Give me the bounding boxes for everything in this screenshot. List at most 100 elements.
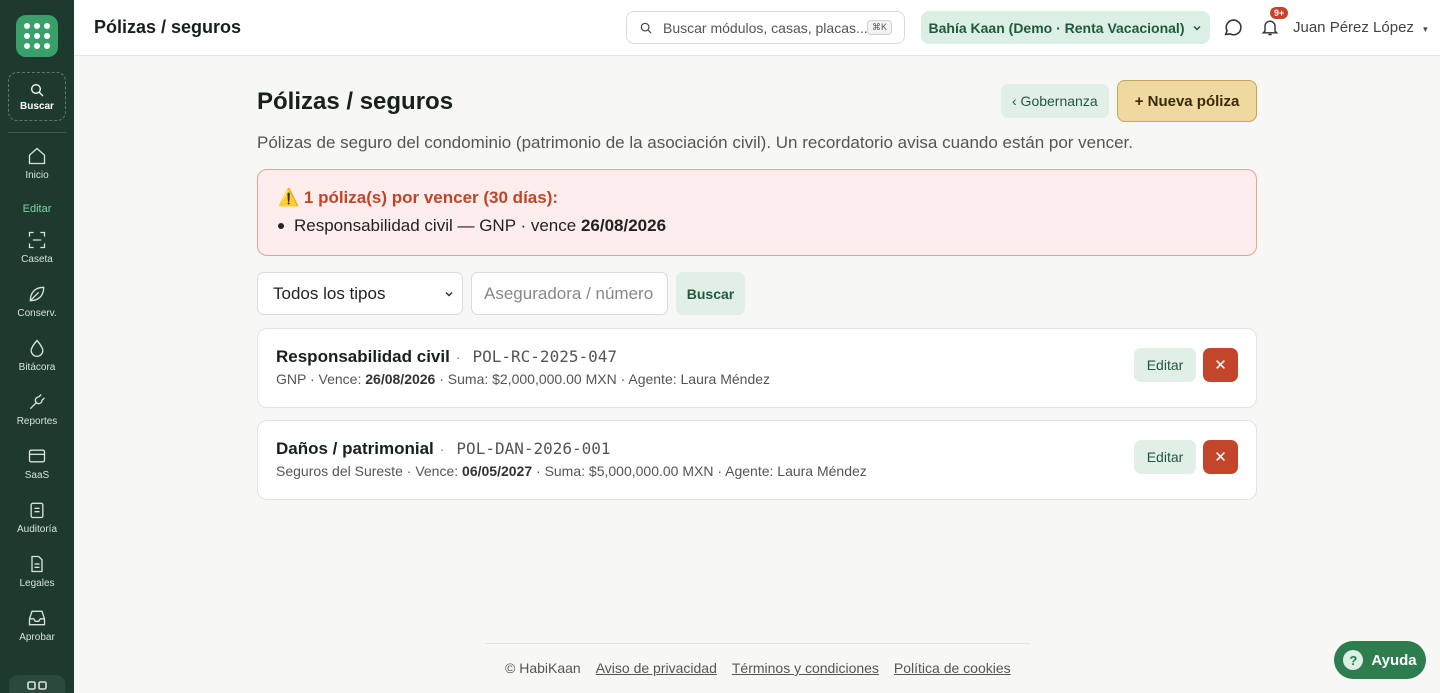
sidebar-item-saas[interactable]: SaaS [0,446,74,487]
sidebar-item-reportes[interactable]: Reportes [0,392,74,433]
search-button[interactable]: Buscar [676,272,745,315]
edit-button[interactable]: Editar [1134,348,1196,382]
sidebar-search-label: Buscar [20,100,54,112]
policy-details: GNP · Vence: 26/08/2026 · Suma: $2,000,0… [276,371,771,387]
sidebar-search-button[interactable]: Buscar [8,72,66,121]
footer-copyright: © HabiKaan [505,660,581,676]
sidebar-item-legales[interactable]: Legales [0,554,74,595]
search-icon [31,83,44,96]
search-placeholder: Buscar módulos, casas, placas... [663,19,867,36]
sidebar-item-label: Auditoría [16,524,58,535]
footer: © HabiKaan Aviso de privacidad Términos … [505,660,1011,676]
grid-icon [27,681,47,690]
sidebar-item-conserv[interactable]: Conserv. [0,284,74,325]
card-icon [28,449,46,463]
drop-icon [30,339,44,357]
question-icon: ? [1343,650,1364,670]
policy-expires-label: Vence: [318,371,362,387]
chevron-down-icon [445,291,453,297]
sidebar-item-bitacora[interactable]: Bitácora [0,338,74,379]
alert-item-text: Responsabilidad civil — GNP · vence [294,216,581,235]
alert-item-date: 26/08/2026 [580,216,667,235]
sidebar-item-label: Reportes [16,416,58,427]
policy-expires: 06/05/2027 [462,463,533,479]
policy-number: POL-RC-2025-047 [472,347,618,366]
policy-agent: Agente: Laura Méndez [725,463,867,479]
home-icon [28,147,46,165]
topbar-title: Pólizas / seguros [94,17,242,37]
policy-amount: Suma: $5,000,000.00 MXN [544,463,714,479]
sidebar-item-label: Caseta [21,254,53,265]
privacy-link[interactable]: Aviso de privacidad [596,660,717,676]
sidebar-item-label: Bitácora [18,362,56,373]
type-select-value: Todos los tipos [273,283,386,303]
policy-details: Seguros del Sureste · Vence: 06/05/2027 … [276,463,867,479]
delete-button[interactable]: ✕ [1203,348,1238,382]
search-icon [640,22,652,34]
scan-icon [28,231,46,249]
sidebar-item-label: Inicio [25,170,49,181]
help-button[interactable]: ? Ayuda [1334,641,1426,679]
policy-number: POL-DAN-2026-001 [456,439,611,458]
sidebar-item-aprobar[interactable]: Aprobar [0,608,74,649]
separator-dot: · [455,349,461,365]
close-icon: ✕ [1214,357,1227,374]
sidebar-item-label: Conserv. [17,308,57,319]
notifications-badge: 9+ [1270,7,1289,19]
sidebar-more-button[interactable] [9,675,65,693]
user-menu[interactable]: Juan Pérez López ▾ [1293,19,1428,36]
org-selector[interactable]: Bahía Kaan (Demo · Renta Vacacional) [921,11,1210,44]
bell-icon[interactable] [1260,16,1280,38]
sidebar-item-caseta[interactable]: Caseta [0,230,74,271]
policy-card: Responsabilidad civil · POL-RC-2025-047 … [257,328,1257,408]
chat-icon[interactable] [1222,17,1244,39]
page-subtitle: Pólizas de seguro del condominio (patrim… [257,133,1133,152]
clipboard-icon [30,502,44,519]
bullet [278,223,284,229]
back-to-gobernanza-button[interactable]: ‹ Gobernanza [1001,84,1109,118]
policy-expires: 26/08/2026 [365,371,436,387]
delete-button[interactable]: ✕ [1203,440,1238,474]
sidebar-item-inicio[interactable]: Inicio [0,146,74,187]
inbox-icon [28,610,46,626]
help-label: Ayuda [1371,651,1417,669]
sidebar-item-auditoria[interactable]: Auditoría [0,500,74,541]
page-title: Pólizas / seguros [257,88,454,115]
sidebar: Buscar Inicio Editar Caseta Conserv. Bit… [0,0,74,693]
sidebar-item-label: Aprobar [19,632,55,643]
policy-insurer: Seguros del Sureste [276,463,403,479]
leaf-icon [29,286,45,302]
close-icon: ✕ [1214,449,1227,466]
top-bar: Pólizas / seguros Buscar módulos, casas,… [74,0,1440,56]
sidebar-item-label: Legales [19,578,55,589]
caret-down-icon: ▾ [1423,24,1428,34]
alert-title: ⚠️ 1 póliza(s) por vencer (30 días): [278,188,559,207]
document-icon [31,555,43,573]
alert-item: Responsabilidad civil — GNP · vence 26/0… [278,216,1236,236]
cookies-link[interactable]: Política de cookies [894,660,1011,676]
policy-card: Daños / patrimonial · POL-DAN-2026-001 S… [257,420,1257,500]
policy-expires-label: Vence: [415,463,459,479]
apps-grid-icon[interactable] [16,15,58,57]
new-policy-button[interactable]: + Nueva póliza [1117,80,1257,122]
search-shortcut: ⌘K [866,20,892,35]
global-search-input[interactable]: Buscar módulos, casas, placas... ⌘K [626,11,905,44]
insurer-search-input[interactable]: Aseguradora / número [471,272,668,315]
wrench-icon [29,394,45,410]
policy-insurer: GNP [276,371,307,387]
org-selector-label: Bahía Kaan (Demo · Renta Vacacional) [928,19,1185,36]
policy-agent: Agente: Laura Méndez [628,371,771,387]
sidebar-section-editar[interactable]: Editar [23,203,52,217]
filter-row: Todos los tipos Aseguradora / número Bus… [257,272,745,315]
sidebar-divider [8,132,66,133]
footer-divider [485,643,1030,644]
expiring-policies-alert: ⚠️ 1 póliza(s) por vencer (30 días): Res… [257,169,1257,256]
policy-type: Responsabilidad civil [276,347,450,366]
edit-button[interactable]: Editar [1134,440,1196,474]
chevron-down-icon [1193,25,1202,31]
terms-link[interactable]: Términos y condiciones [732,660,879,676]
separator-dot: · [439,441,445,457]
type-select[interactable]: Todos los tipos [257,272,463,315]
policy-type: Daños / patrimonial [276,439,434,458]
policy-amount: Suma: $2,000,000.00 MXN [447,371,617,387]
